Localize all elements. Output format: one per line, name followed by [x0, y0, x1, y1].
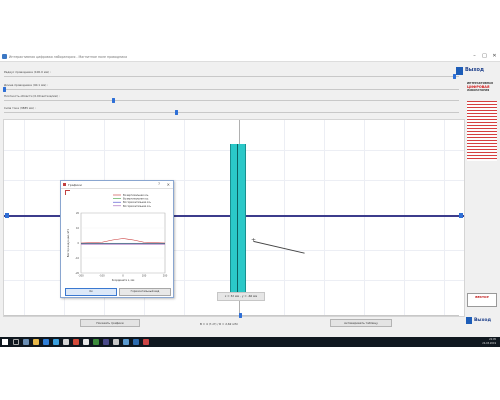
probe-coordinates: x = 32 мм , y = -66 мм — [217, 292, 265, 301]
exit-label: Выход — [465, 67, 485, 73]
exit-icon — [456, 67, 463, 75]
legend-label: By вертикальная ось — [123, 198, 149, 201]
y-tick-label: -10 — [75, 257, 79, 260]
exit-icon — [466, 317, 472, 324]
horizontal-view-button[interactable]: Горизонтальный вид — [119, 288, 171, 296]
lab-logo: ИНТЕРАКТИВНАЯ ЦИФРОВАЯ ЛАБОРАТОРИЯ — [467, 82, 497, 96]
taskbar: 22:05 24.03.2019 — [0, 337, 500, 347]
slider-length-track — [4, 89, 459, 90]
graphs-dialog: Графики ? ✕ Bx вертикальная ось By вертик… — [60, 180, 174, 298]
param-label-length: Длина проводника (40.1 мм) : — [4, 83, 49, 87]
formula-readout: B = 4 (?∙I?) / R ≈ 2,62 мТл — [200, 322, 238, 326]
slider-length-thumb[interactable] — [2, 87, 6, 92]
axis-left-handle[interactable] — [5, 213, 9, 218]
dialog-close-button[interactable]: ✕ — [167, 182, 170, 187]
y-tick-label: 10 — [76, 227, 80, 230]
opera-icon[interactable] — [73, 339, 79, 345]
file-explorer-icon[interactable] — [33, 339, 39, 345]
mail-icon[interactable] — [63, 339, 69, 345]
y-tick-label: 0 — [77, 242, 79, 245]
x-tick-label: 100 — [142, 275, 147, 278]
x-axis-label: Координата х, мм — [112, 279, 135, 282]
app-icon[interactable] — [143, 339, 149, 345]
close-button[interactable]: ✕ — [490, 53, 499, 60]
dialog-title: Графики — [68, 182, 82, 187]
slider-current-track — [4, 112, 459, 113]
slider-current-thumb[interactable] — [175, 110, 179, 115]
legend-label: Bz горизонтальная ось — [123, 205, 151, 208]
legend-label: Bz горизонтальная ось — [123, 201, 151, 204]
lab-banner-image — [467, 101, 497, 161]
app-icon[interactable] — [93, 339, 99, 345]
windows-start-icon[interactable] — [2, 339, 8, 345]
app-icon[interactable] — [103, 339, 109, 345]
ok-button[interactable]: Ок — [65, 288, 117, 296]
x-tick-label: 200 — [163, 275, 168, 278]
edge-icon[interactable] — [43, 339, 49, 345]
conductor-center-line — [237, 144, 238, 292]
show-graphs-button[interactable]: Показать графики — [80, 319, 140, 327]
param-label-density: Плотность области (0.00 витков/мм) : — [4, 94, 60, 98]
slider-radius-track — [4, 76, 459, 77]
minimize-button[interactable]: – — [470, 53, 479, 60]
legend-label: Bx вертикальная ось — [123, 194, 149, 197]
title-bar: Интерактивная цифровая лаборатория - Маг… — [0, 52, 500, 62]
search-icon[interactable] — [13, 339, 19, 345]
dialog-title-bar: Графики ? ✕ — [61, 181, 173, 189]
clock-date: 24.03.2019 — [482, 342, 496, 345]
x-tick-label: -200 — [78, 275, 84, 278]
maximize-button[interactable]: □ — [480, 53, 489, 60]
slider-density-thumb[interactable] — [111, 98, 115, 103]
graphs-chart: Bx вертикальная осьBy вертикальная осьBz… — [67, 194, 168, 282]
dialog-icon — [63, 183, 66, 186]
app-icon[interactable] — [133, 339, 139, 345]
app-icon[interactable] — [123, 339, 129, 345]
slider-density-track — [4, 100, 459, 101]
app-icon[interactable] — [113, 339, 119, 345]
x-tick-label: -100 — [99, 275, 105, 278]
bottom-slider-track — [4, 315, 459, 316]
axis-right-handle[interactable] — [459, 213, 463, 218]
exit-label: Выход — [474, 317, 492, 323]
param-label-current: Сила тока (3885 мА) : — [4, 106, 36, 110]
exit-logo-top[interactable]: Выход — [456, 66, 496, 76]
y-axis-label: Вектор индукции, мТл — [67, 228, 70, 257]
bottom-slider-thumb[interactable] — [239, 313, 243, 318]
system-clock[interactable]: 22:05 24.03.2019 — [482, 338, 496, 346]
sponsor-logo: ВЕКТОР — [467, 293, 497, 307]
x-tick-label: 0 — [122, 275, 124, 278]
field-vector — [253, 241, 305, 254]
exit-button[interactable]: Выход — [466, 316, 496, 325]
window-title: Интерактивная цифровая лаборатория - Маг… — [9, 54, 128, 59]
app-icon — [2, 54, 7, 59]
lab-logo-line3: ЛАБОРАТОРИЯ — [467, 89, 490, 92]
store-icon[interactable] — [53, 339, 59, 345]
activate-table-button[interactable]: Активировать таблицу — [330, 319, 392, 327]
app-icon[interactable] — [83, 339, 89, 345]
conductor[interactable] — [230, 144, 246, 292]
param-label-radius: Радиус проводника (100.0 мм) : — [4, 70, 51, 74]
help-button[interactable]: ? — [158, 182, 160, 186]
y-tick-label: 20 — [76, 212, 80, 215]
task-view-icon[interactable] — [23, 339, 29, 345]
